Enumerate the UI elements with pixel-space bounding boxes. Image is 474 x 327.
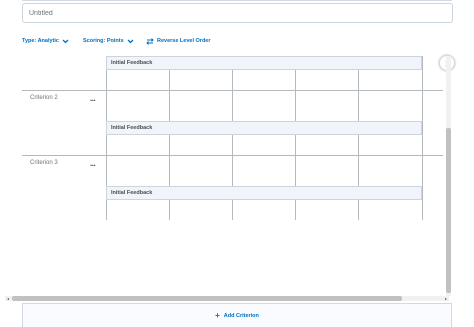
grid-line [422,90,423,155]
plus-icon: + [215,311,220,320]
grid-line [169,135,170,155]
rubric-grid: Initial Feedback Criterion 2 ... / Initi… [22,56,452,296]
criterion-3-label[interactable]: Criterion 3 [30,160,58,166]
scroll-left-arrow-icon[interactable]: ◂ [5,296,11,301]
criterion-3-more-options-button[interactable]: ... [90,160,96,168]
grid-line [232,90,233,121]
grid-line [422,56,423,90]
scoring-dropdown[interactable]: Scoring: Points [83,38,134,44]
criterion-2-label[interactable]: Criterion 2 [30,95,58,101]
feedback-label: Initial Feedback [111,190,153,196]
feedback-label: Initial Feedback [111,125,153,131]
horizontal-scrollbar-thumb[interactable] [12,296,402,301]
grid-line [295,70,296,90]
grid-line [232,155,233,186]
grid-line [295,135,296,155]
grid-line [169,200,170,220]
type-label: Type: Analytic [22,38,59,44]
feedback-row[interactable]: Initial Feedback [106,56,422,70]
chevron-down-icon [62,39,69,43]
add-criterion-label: Add Criterion [223,312,259,319]
scoring-label: Scoring: Points [83,38,124,44]
grid-line [232,70,233,90]
grid-line [169,90,170,121]
feedback-label: Initial Feedback [111,60,153,66]
criterion-2-more-options-button[interactable]: ... [90,95,96,103]
grid-line [358,200,359,220]
reverse-label: Reverse Level Order [157,38,211,44]
swap-arrows-icon [146,37,154,45]
feedback-row[interactable]: Initial Feedback [106,121,422,135]
type-dropdown[interactable]: Type: Analytic [22,38,69,44]
grid-line [295,200,296,220]
top-divider [22,0,452,1]
grid-line [358,90,359,121]
grid-line [295,155,296,186]
grid-line [232,135,233,155]
grid-line [422,155,423,220]
grid-line [169,155,170,186]
grid-line [358,155,359,186]
rubric-name-input[interactable] [22,3,453,23]
vertical-scrollbar-thumb[interactable] [446,128,451,293]
grid-line [232,200,233,220]
chevron-down-icon [127,39,134,43]
grid-line [358,135,359,155]
scroll-right-arrow-icon[interactable]: ▸ [443,296,449,301]
grid-line [358,70,359,90]
feedback-row[interactable]: Initial Feedback [106,186,422,200]
grid-line [169,70,170,90]
grid-line [295,90,296,121]
reverse-level-order-button[interactable]: Reverse Level Order [146,37,211,45]
add-criterion-button[interactable]: + Add Criterion [22,303,452,327]
